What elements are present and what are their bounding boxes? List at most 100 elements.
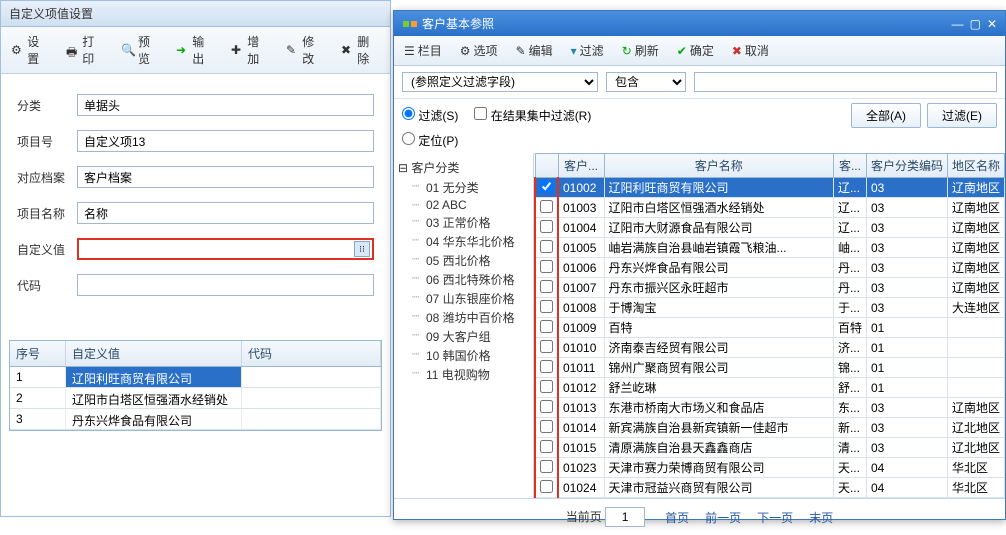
pager-last[interactable]: 末页 (809, 509, 833, 526)
table-row[interactable]: 01011锦州广聚商贸有限公司锦...01 (535, 358, 1005, 378)
col-area[interactable]: 地区名称 (947, 154, 1004, 178)
row-check[interactable] (540, 480, 553, 493)
check-inresult[interactable]: 在结果集中过滤(R) (474, 107, 591, 124)
table-row[interactable]: 01007丹东市振兴区永旺超市丹...03辽南地区 (535, 278, 1005, 298)
rtb-ok[interactable]: ✔确定 (673, 40, 718, 61)
col-custname[interactable]: 客户名称 (604, 154, 833, 178)
input-itemno[interactable] (77, 130, 374, 152)
row-check[interactable] (540, 260, 553, 273)
tb-add[interactable]: ✚增加 (227, 31, 274, 69)
row-check[interactable] (540, 180, 553, 193)
rtb-cancel[interactable]: ✖取消 (728, 40, 773, 61)
tree-item[interactable]: 09 大客户组 (398, 327, 529, 346)
tb-settings[interactable]: ⚙设置 (7, 31, 54, 69)
table-row[interactable]: 01024天津市冠益兴商贸有限公司天...04华北区 (535, 478, 1005, 498)
tb-preview[interactable]: 🔍预览 (117, 31, 164, 69)
table-row[interactable]: 01005岫岩满族自治县岫岩镇霞飞粮油...岫...03辽南地区 (535, 238, 1005, 258)
tree-item[interactable]: 02 ABC (398, 197, 529, 213)
row-check[interactable] (540, 280, 553, 293)
rtb-options[interactable]: ⚙选项 (456, 40, 502, 61)
row-check[interactable] (540, 300, 553, 313)
table-row[interactable]: 01002辽阳利旺商贸有限公司辽...03辽南地区 (535, 178, 1005, 198)
table-row[interactable]: 01003辽阳市白塔区恒强酒水经销处辽...03辽南地区 (535, 198, 1005, 218)
add-icon: ✚ (231, 43, 244, 57)
pager-input[interactable] (605, 507, 645, 527)
row-check[interactable] (540, 340, 553, 353)
radio-filter[interactable]: 过滤(S) (402, 107, 458, 124)
row-check[interactable] (540, 220, 553, 233)
tree-item[interactable]: 11 电视购物 (398, 365, 529, 384)
maximize-icon[interactable]: ▢ (970, 17, 981, 31)
col-seq[interactable]: 序号 (10, 341, 66, 366)
input-category[interactable] (77, 94, 374, 116)
col-custcode[interactable]: 客户... (558, 154, 604, 178)
tree-item[interactable]: 04 华东华北价格 (398, 232, 529, 251)
table-row[interactable]: 2辽阳市白塔区恒强酒水经销处 (10, 388, 381, 409)
rtb-filter[interactable]: ▾过滤 (567, 40, 608, 61)
tree-item[interactable]: 05 西北价格 (398, 251, 529, 270)
tree-root[interactable]: 客户分类 (398, 159, 529, 176)
table-row[interactable]: 01023天津市赛力荣博商贸有限公司天...04华北区 (535, 458, 1005, 478)
minimize-icon[interactable]: — (952, 17, 964, 31)
input-archive[interactable] (77, 166, 374, 188)
table-row[interactable]: 01009百特百特01 (535, 318, 1005, 338)
row-check[interactable] (540, 320, 553, 333)
btn-filter[interactable]: 过滤(E) (927, 103, 997, 128)
col-code[interactable]: 代码 (242, 341, 381, 366)
table-row[interactable]: 01012舒兰屹琳舒...01 (535, 378, 1005, 398)
filter-op-select[interactable]: 包含 (606, 72, 686, 92)
pager-next[interactable]: 下一页 (757, 509, 793, 526)
body-split: 客户分类 01 无分类02 ABC03 正常价格04 华东华北价格05 西北价格… (394, 153, 1005, 498)
tree-item[interactable]: 01 无分类 (398, 178, 529, 197)
rtb-columns[interactable]: ☰栏目 (400, 40, 446, 61)
table-row[interactable]: 3丹东兴烨食品有限公司 (10, 409, 381, 430)
table-row[interactable]: 01008于博淘宝于...03大连地区 (535, 298, 1005, 318)
filter-field-select[interactable]: (参照定义过滤字段) (402, 72, 598, 92)
row-check[interactable] (540, 400, 553, 413)
lookup-icon[interactable]: ⁝⁝ (354, 241, 370, 257)
col-short[interactable]: 客... (833, 154, 866, 178)
table-row[interactable]: 01004辽阳市大财源食品有限公司辽...03辽南地区 (535, 218, 1005, 238)
input-name[interactable] (77, 202, 374, 224)
radio-locate[interactable]: 定位(P) (402, 132, 458, 149)
columns-icon: ☰ (404, 44, 415, 58)
dialog-title: 客户基本参照 (422, 15, 494, 32)
pager-prev[interactable]: 前一页 (705, 509, 741, 526)
input-custom-wrap[interactable]: ⁝⁝ (77, 238, 374, 260)
tb-edit[interactable]: ✎修改 (282, 31, 329, 69)
pager-label: 当前页 (566, 510, 602, 524)
row-check[interactable] (540, 200, 553, 213)
table-row[interactable]: 1辽阳利旺商贸有限公司 (10, 367, 381, 388)
tree-item[interactable]: 06 西北特殊价格 (398, 270, 529, 289)
close-icon[interactable]: ✕ (987, 17, 997, 31)
row-check[interactable] (540, 240, 553, 253)
row-check[interactable] (540, 420, 553, 433)
table-row[interactable]: 01010济南泰吉经贸有限公司济...01 (535, 338, 1005, 358)
col-clscode[interactable]: 客户分类编码 (866, 154, 947, 178)
table-row[interactable]: 01014新宾满族自治县新宾镇新一佳超市新...03辽北地区 (535, 418, 1005, 438)
rtb-edit[interactable]: ✎编辑 (512, 40, 557, 61)
table-row[interactable]: 01015清原满族自治县天鑫鑫商店清...03辽北地区 (535, 438, 1005, 458)
tree-item[interactable]: 10 韩国价格 (398, 346, 529, 365)
rtb-refresh[interactable]: ↻刷新 (618, 40, 663, 61)
row-check[interactable] (540, 440, 553, 453)
pager-first[interactable]: 首页 (665, 509, 689, 526)
tb-export[interactable]: ➜输出 (172, 31, 219, 69)
tree-item[interactable]: 07 山东银座价格 (398, 289, 529, 308)
row-check[interactable] (540, 460, 553, 473)
row-check[interactable] (540, 360, 553, 373)
table-row[interactable]: 01025大连四平罐头有限公司大...01 (535, 498, 1005, 499)
filter-bar: (参照定义过滤字段) 包含 (394, 66, 1005, 99)
tree-item[interactable]: 08 潍坊中百价格 (398, 308, 529, 327)
table-row[interactable]: 01006丹东兴烨食品有限公司丹...03辽南地区 (535, 258, 1005, 278)
btn-all[interactable]: 全部(A) (851, 103, 921, 128)
input-code[interactable] (77, 274, 374, 296)
row-check[interactable] (540, 380, 553, 393)
tb-print[interactable]: 🖶打印 (62, 31, 109, 69)
col-val[interactable]: 自定义值 (66, 341, 242, 366)
tree-item[interactable]: 03 正常价格 (398, 213, 529, 232)
tb-delete[interactable]: ✖删除 (337, 31, 384, 69)
table-row[interactable]: 01013东港市桥南大市场义和食品店东...03辽南地区 (535, 398, 1005, 418)
col-check[interactable] (535, 154, 558, 178)
filter-value-input[interactable] (694, 72, 997, 92)
